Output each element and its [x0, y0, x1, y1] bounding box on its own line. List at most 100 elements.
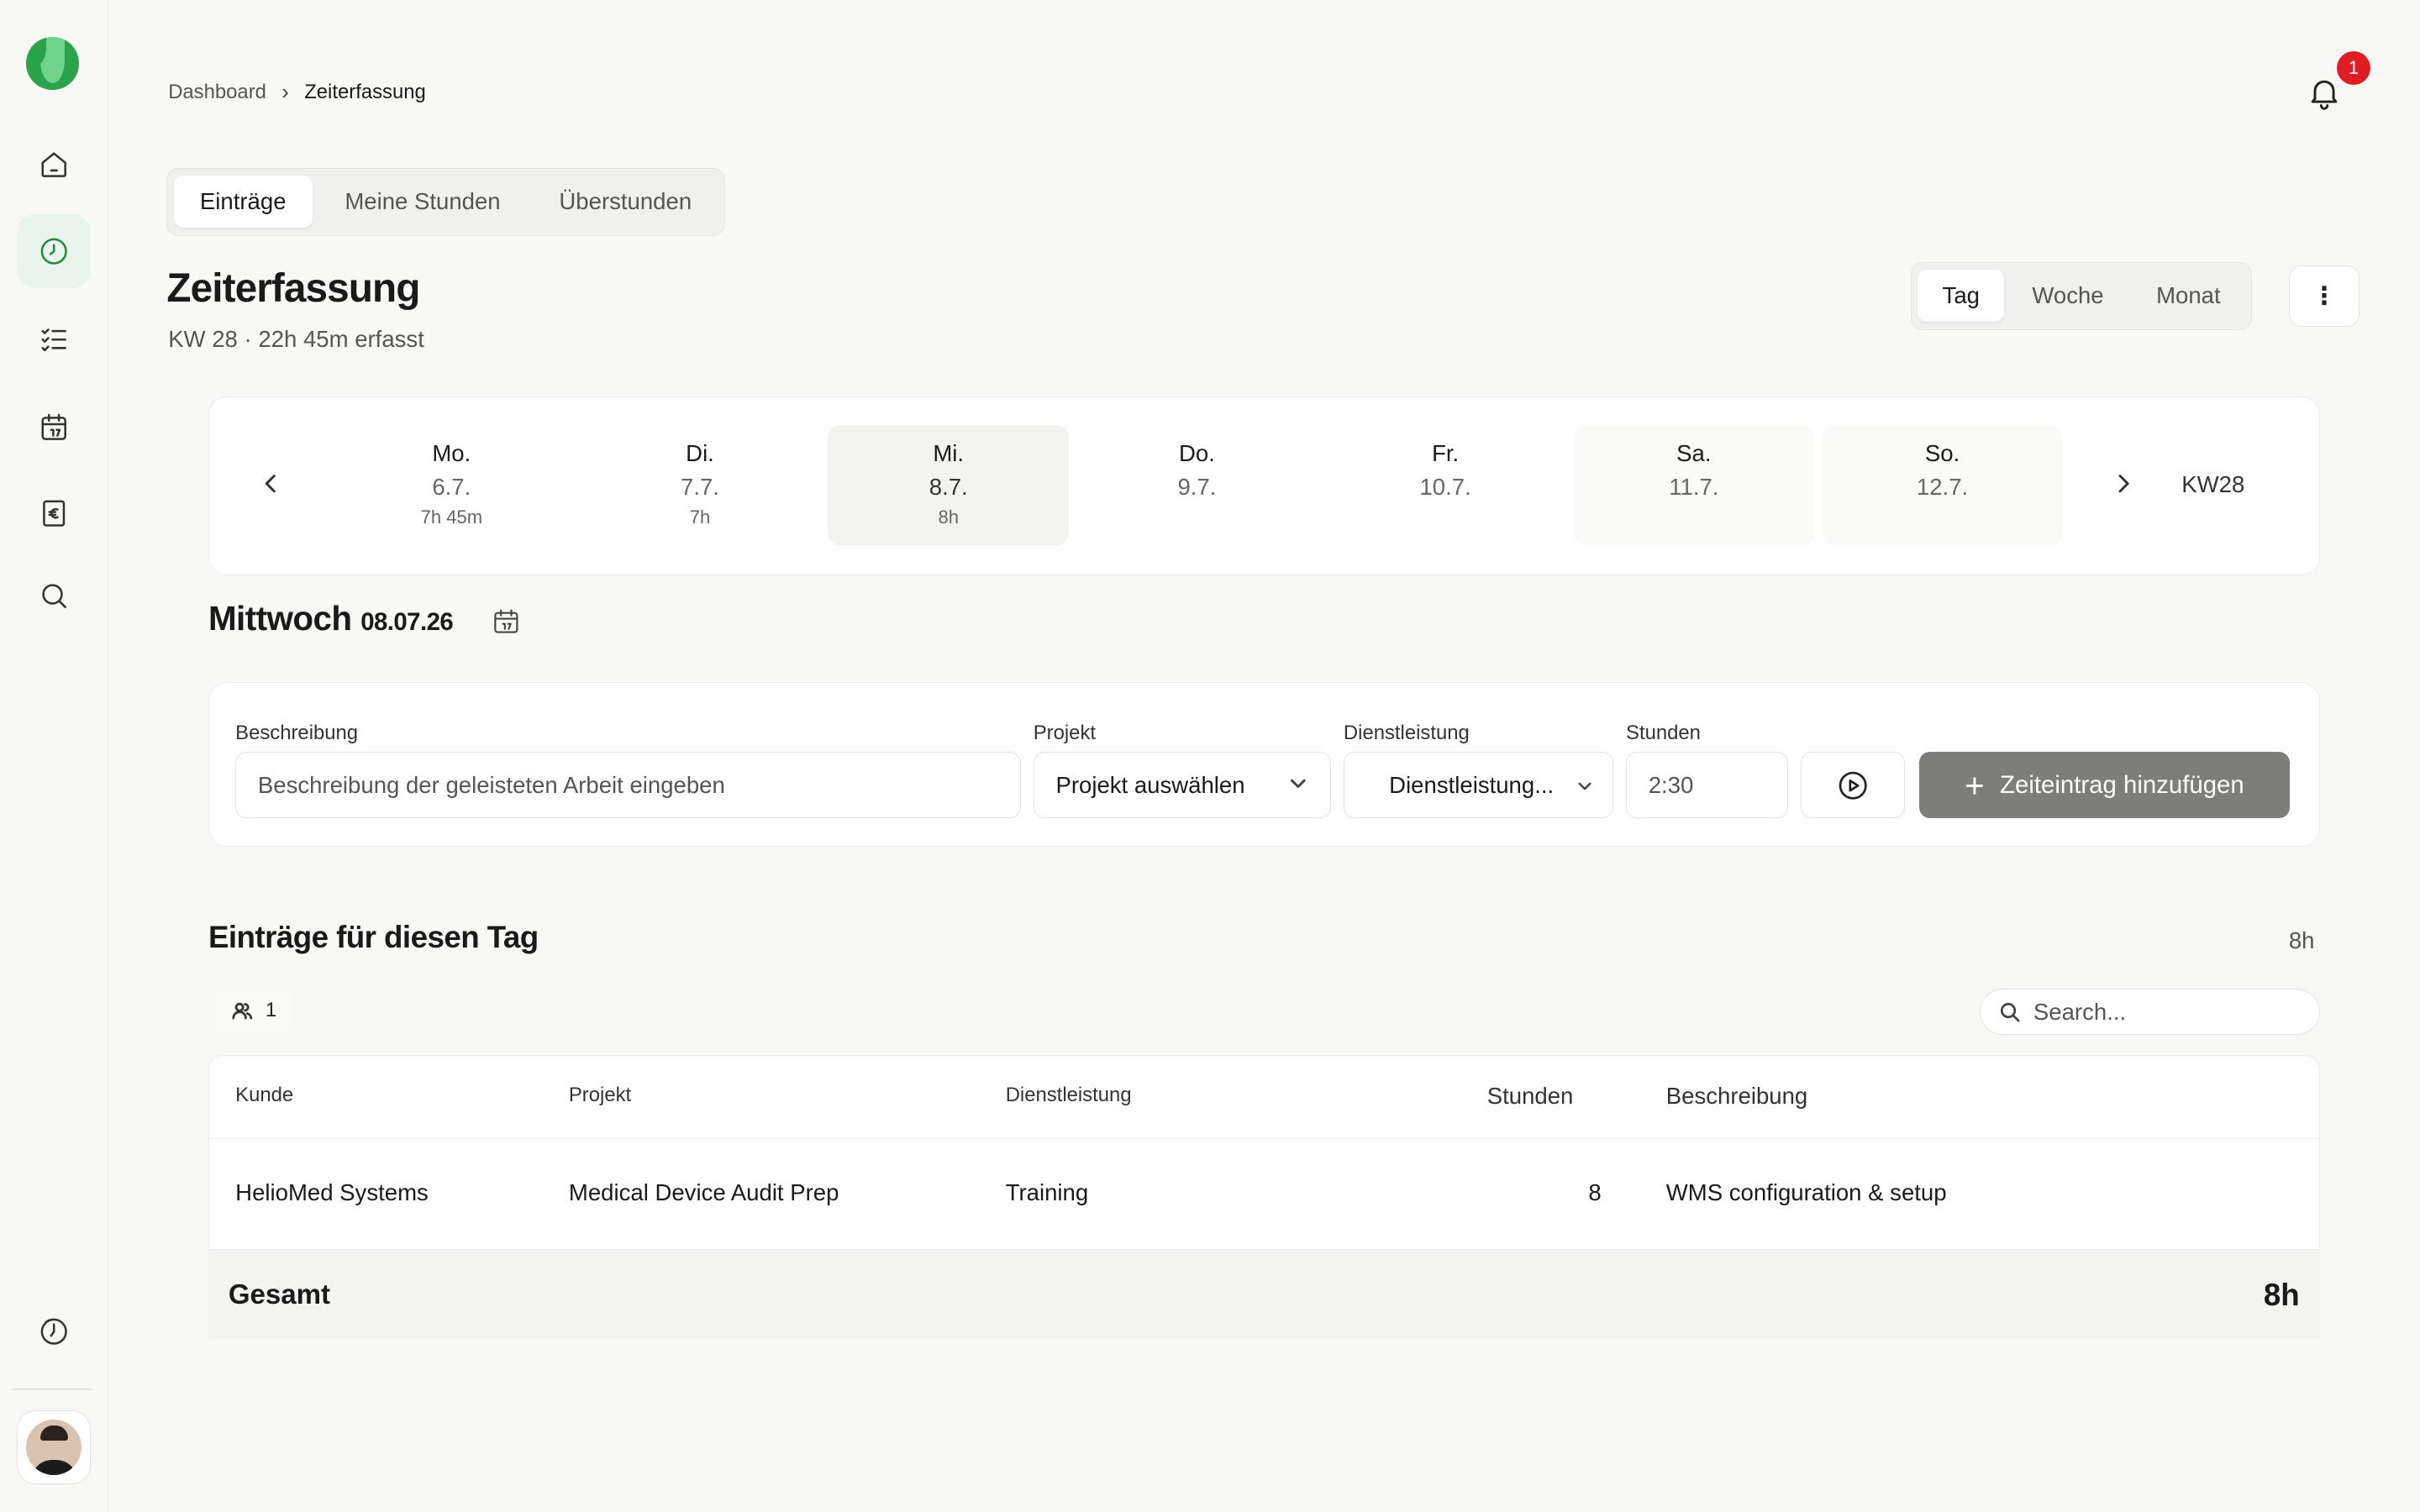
people-count: 1: [265, 999, 277, 1022]
entries-search: [1980, 989, 2320, 1036]
day-hours: 7h: [689, 507, 711, 528]
prev-week-button[interactable]: [255, 469, 287, 500]
brand-logo[interactable]: [26, 37, 79, 90]
date-picker-button[interactable]: [491, 606, 524, 640]
chevron-down-icon: [1287, 773, 1309, 801]
breadcrumb: Dashboard › Zeiterfassung: [168, 81, 426, 105]
view-month-button[interactable]: Monat: [2132, 270, 2245, 322]
description-input[interactable]: Beschreibung der geleisteten Arbeit eing…: [235, 752, 1022, 819]
start-timer-button[interactable]: [1800, 752, 1906, 819]
section-tabs: Einträge Meine Stunden Überstunden: [166, 168, 725, 236]
entries-total-hours: 8h: [2288, 927, 2315, 953]
checklist-icon: [41, 328, 67, 351]
chevron-right-icon: ›: [281, 80, 289, 104]
day-name: Fr.: [1432, 440, 1460, 467]
day-date: 8.7.: [929, 473, 968, 500]
column-dienstleistung[interactable]: Dienstleistung: [1006, 1084, 1132, 1107]
tab-eintraege[interactable]: Einträge: [173, 175, 313, 228]
cell-dienstleistung: Training: [1005, 1179, 1089, 1206]
week-strip: Mo. 6.7. 7h 45m Di. 7.7. 7h Mi. 8.7. 8h …: [208, 396, 2320, 576]
app-root: Dashboard › Zeiterfassung 1 Einträge Mei…: [0, 0, 2420, 1512]
day-sunday[interactable]: So. 12.7.: [1822, 425, 2063, 546]
project-select[interactable]: Projekt auswählen: [1033, 752, 1332, 819]
sidebar: [0, 0, 108, 1512]
description-placeholder: Beschreibung der geleisteten Arbeit eing…: [257, 771, 725, 798]
selected-weekday: Mittwoch: [208, 598, 352, 638]
breadcrumb-current: Zeiterfassung: [304, 81, 426, 103]
people-filter-chip[interactable]: 1: [216, 989, 292, 1032]
entries-heading: Einträge für diesen Tag: [208, 919, 539, 954]
entries-total-row: Gesamt 8h: [208, 1249, 2320, 1340]
view-toggle: Tag Woche Monat: [1910, 262, 2253, 331]
day-hours: 7h 45m: [420, 507, 483, 528]
notifications-button[interactable]: [2306, 74, 2346, 114]
day-saturday[interactable]: Sa. 11.7.: [1573, 425, 1815, 546]
plus-icon: +: [1965, 765, 1985, 805]
search-nav-button[interactable]: [17, 559, 91, 633]
hours-value: 2:30: [1648, 771, 1694, 798]
service-select-value: Dienstleistung...: [1389, 771, 1555, 798]
entries-search-input[interactable]: [2033, 998, 2296, 1026]
add-time-entry-button[interactable]: + Zeiteintrag hinzufügen: [1919, 752, 2290, 819]
calendar-nav-button[interactable]: [17, 391, 91, 465]
bell-icon: [2311, 80, 2338, 110]
tasks-nav-button[interactable]: [17, 302, 91, 376]
column-projekt[interactable]: Projekt: [569, 1084, 631, 1107]
table-row[interactable]: HelioMed Systems Medical Device Audit Pr…: [209, 1139, 2319, 1247]
breadcrumb-root-link[interactable]: Dashboard: [168, 81, 266, 104]
entries-table: Kunde Projekt Dienstleistung Stunden Bes…: [208, 1055, 2320, 1250]
cell-kunde: HelioMed Systems: [235, 1179, 429, 1206]
day-tuesday[interactable]: Di. 7.7. 7h: [580, 425, 821, 545]
tab-ueberstunden[interactable]: Überstunden: [533, 176, 718, 228]
invoices-nav-button[interactable]: [17, 477, 91, 551]
home-icon: [41, 152, 67, 178]
day-thursday[interactable]: Do. 9.7.: [1076, 425, 1318, 545]
cell-stunden: 8: [1588, 1179, 1602, 1206]
day-monday[interactable]: Mo. 6.7. 7h 45m: [331, 425, 572, 545]
calendar-icon: [494, 609, 518, 633]
day-name: Di.: [686, 440, 714, 467]
week-number-label: KW28: [2181, 471, 2245, 498]
day-name: So.: [1924, 440, 1960, 467]
search-icon: [42, 584, 67, 608]
home-nav-button[interactable]: [17, 128, 91, 202]
page-title: Zeiterfassung: [166, 265, 420, 311]
day-hours: 8h: [938, 507, 959, 528]
day-friday[interactable]: Fr. 10.7.: [1325, 425, 1566, 545]
view-week-button[interactable]: Woche: [2007, 270, 2128, 322]
table-header: Kunde Projekt Dienstleistung Stunden Bes…: [208, 1056, 2319, 1140]
next-week-button[interactable]: [2107, 469, 2139, 500]
project-label: Projekt: [1033, 721, 1097, 744]
add-time-entry-label: Zeiteintrag hinzufügen: [2000, 770, 2244, 799]
service-label: Dienstleistung: [1343, 721, 1470, 744]
day-date: 6.7.: [432, 473, 471, 500]
more-options-button[interactable]: ⋮: [2288, 265, 2360, 328]
calendar-icon: [41, 413, 67, 440]
column-stunden[interactable]: Stunden: [1487, 1083, 1574, 1110]
chevron-down-icon: [1576, 774, 1594, 801]
user-avatar[interactable]: [17, 1410, 92, 1484]
service-select[interactable]: Dienstleistung...: [1343, 752, 1614, 819]
day-wednesday[interactable]: Mi. 8.7. 8h: [828, 425, 1069, 546]
chevron-left-icon: [265, 475, 276, 493]
column-beschreibung[interactable]: Beschreibung: [1666, 1083, 1807, 1110]
hours-input[interactable]: 2:30: [1626, 752, 1788, 819]
notification-badge: 1: [2336, 50, 2371, 86]
description-label: Beschreibung: [235, 721, 359, 744]
time-tracking-nav-button[interactable]: [17, 214, 92, 289]
search-icon: [2000, 1003, 2020, 1022]
day-date: 7.7.: [681, 473, 719, 500]
chevron-right-icon: [2118, 475, 2129, 493]
selected-day-heading: Mittwoch 08.07.26: [208, 598, 454, 638]
cell-projekt: Medical Device Audit Prep: [568, 1179, 839, 1206]
column-kunde[interactable]: Kunde: [235, 1084, 293, 1107]
play-circle-icon: [1839, 771, 1867, 800]
more-vertical-icon: ⋮: [2312, 282, 2337, 311]
hours-label: Stunden: [1626, 721, 1701, 744]
history-nav-button[interactable]: [17, 1294, 91, 1368]
view-day-button[interactable]: Tag: [1918, 269, 2005, 323]
sidebar-divider: [12, 1389, 93, 1390]
time-entry-form: Beschreibung Beschreibung der geleistete…: [208, 681, 2320, 848]
project-select-value: Projekt auswählen: [1055, 771, 1245, 798]
tab-meine-stunden[interactable]: Meine Stunden: [318, 176, 527, 228]
